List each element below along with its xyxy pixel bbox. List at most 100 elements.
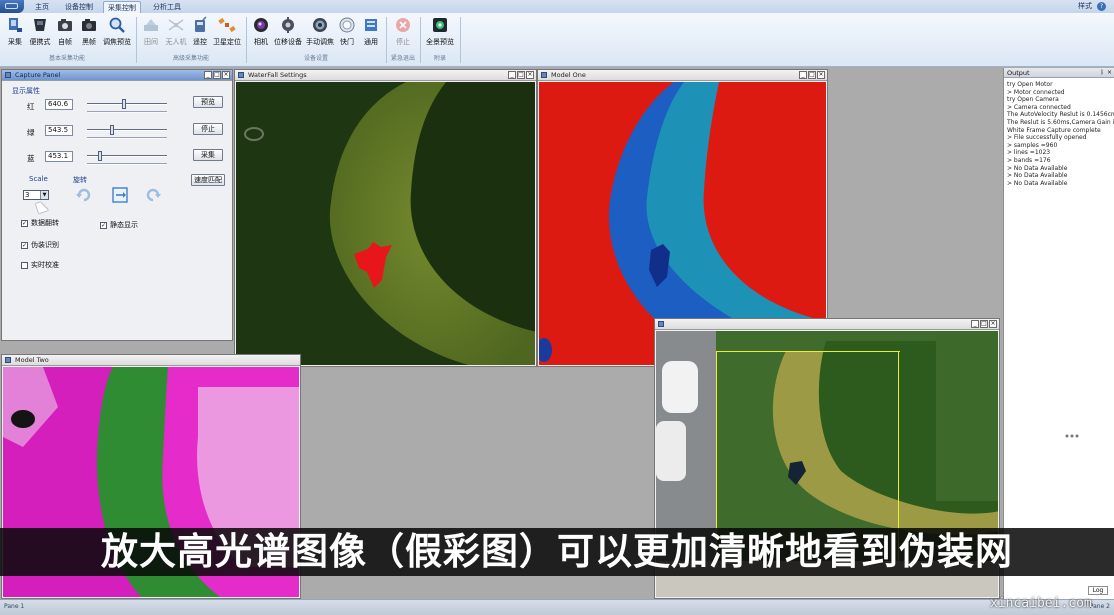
maximize-icon[interactable]: □ (980, 320, 988, 328)
close-icon[interactable]: × (989, 320, 997, 328)
white-frame-button[interactable]: 自帧 (54, 16, 76, 50)
dark-frame-button[interactable]: 黑帧 (78, 16, 100, 50)
output-titlebar: Output ᛒ × (1004, 68, 1114, 78)
camouflage-detect-checkbox[interactable]: ✓ 伪装识别 (21, 240, 59, 250)
blue-channel-label: 蓝 (27, 154, 35, 163)
general-icon (365, 19, 377, 31)
share-control[interactable] (1054, 500, 1090, 522)
waterfall-rgb-image (236, 82, 535, 365)
static-display-checkbox[interactable]: ✓ 静态显示 (100, 220, 138, 230)
maximize-icon[interactable]: □ (213, 71, 221, 79)
capture-panel-titlebar[interactable]: Capture Panel _ □ × (2, 70, 232, 81)
capture-start-button[interactable]: 采集 (193, 149, 223, 161)
model-one-titlebar[interactable]: Model One _ □ × (538, 70, 827, 81)
log-line: > Motor connected (1007, 88, 1065, 96)
slider-tick-line (87, 163, 167, 165)
satellite-button[interactable]: 卫星定位 (212, 16, 242, 50)
minimize-icon[interactable]: _ (799, 71, 807, 79)
scale-label: Scale (29, 175, 48, 183)
stop-button[interactable]: 停止 (392, 16, 414, 50)
drone-button[interactable]: 无人机 (164, 16, 188, 50)
tab-home[interactable]: 主页 (29, 1, 55, 13)
camouflage-detect-label: 伪装识别 (31, 241, 59, 249)
application-button[interactable] (0, 0, 24, 13)
close-icon[interactable]: × (526, 71, 534, 79)
realtime-calibrate-checkbox[interactable]: 实时校准 (21, 260, 59, 270)
camera-settings-button[interactable]: 相机 (250, 16, 272, 50)
like-control[interactable]: 3 (1054, 352, 1090, 392)
speed-match-button[interactable]: 速度匹配 (191, 174, 225, 186)
close-icon[interactable]: × (222, 71, 230, 79)
data-flip-checkbox[interactable]: ✓ 数据翻转 (21, 218, 59, 228)
display-properties-label: 显示属性 (12, 87, 40, 95)
rgb-preview-titlebar[interactable]: _ □ × (655, 319, 999, 330)
minimize-icon[interactable]: _ (508, 71, 516, 79)
rotate-left-icon[interactable] (75, 186, 93, 204)
output-log: try Open Motor > Motor connected try Ope… (1004, 78, 1114, 187)
log-line: > No Data Available (1007, 172, 1068, 180)
tab-analysis-tools[interactable]: 分析工具 (148, 1, 186, 13)
style-menu[interactable]: 样式 (1078, 1, 1092, 11)
capture-button[interactable]: 采集 (4, 16, 26, 50)
shutter-icon (339, 17, 355, 33)
help-icon[interactable]: ? (1097, 2, 1106, 11)
tab-capture-control[interactable]: 采集控制 (103, 1, 141, 13)
window-icon (5, 72, 11, 78)
stop-icon (396, 18, 410, 32)
green-slider-thumb[interactable] (110, 125, 114, 135)
manual-focus-button[interactable]: 手动调焦 (304, 16, 336, 50)
capture-panel-window: Capture Panel _ □ × 显示属性 红 640.6 绿 543.5… (1, 69, 233, 341)
video-subtitle: 放大高光谱图像（假彩图）可以更加清晰地看到伪装网 (101, 530, 1013, 573)
focus-preview-button[interactable]: 调焦预览 (101, 16, 133, 50)
flip-horizontal-icon[interactable] (111, 186, 129, 204)
preview-button[interactable]: 预览 (193, 96, 223, 108)
red-slider-thumb[interactable] (122, 99, 126, 109)
pin-icon[interactable]: ᛒ (1100, 68, 1104, 78)
comment-control[interactable]: 1 (1054, 426, 1090, 468)
log-tab[interactable]: Log (1088, 586, 1108, 595)
scale-select[interactable]: 3 ▼ (23, 190, 49, 200)
rotate-label: 旋转 (73, 176, 87, 184)
maximize-icon[interactable]: □ (517, 71, 525, 79)
rotate-right-icon[interactable] (144, 186, 162, 204)
maximize-icon[interactable]: □ (808, 71, 816, 79)
close-icon[interactable]: × (817, 71, 825, 79)
minimize-icon[interactable]: _ (204, 71, 212, 79)
mouse-cursor-icon (35, 200, 49, 214)
log-line: > No Data Available (1007, 164, 1068, 172)
blue-wavelength-field[interactable]: 453.1 (45, 151, 73, 162)
general-settings-button[interactable]: 通用 (360, 16, 382, 50)
green-slider-track[interactable] (87, 129, 167, 131)
model-two-titlebar[interactable]: Model Two (2, 355, 300, 366)
portable-button[interactable]: 便携式 (28, 16, 52, 50)
static-display-label: 静态显示 (110, 221, 138, 229)
remote-control-icon (195, 16, 207, 32)
field-button[interactable]: 田间 (140, 16, 162, 50)
camera-icon (58, 19, 72, 31)
checkbox-unchecked (21, 261, 28, 269)
motor-icon (282, 17, 294, 33)
remote-control-button[interactable]: 遥控 (190, 16, 210, 50)
tab-device-control[interactable]: 设备控制 (60, 1, 98, 13)
red-wavelength-field[interactable]: 640.6 (45, 99, 73, 110)
green-channel-label: 绿 (27, 128, 35, 137)
log-line: try Open Motor (1007, 81, 1053, 88)
window-icon (5, 357, 11, 363)
slider-tick-line (87, 137, 167, 139)
log-line: > samples =960 (1007, 141, 1058, 149)
close-icon[interactable]: × (1107, 68, 1112, 78)
comment-count: 1 (1068, 454, 1076, 468)
site-watermark: xincaibei.com (990, 596, 1092, 611)
focus-dial-icon (313, 18, 327, 32)
motor-device-button[interactable]: 位移设备 (273, 16, 303, 50)
output-title: Output (1007, 69, 1030, 77)
green-wavelength-field[interactable]: 543.5 (45, 125, 73, 136)
blue-slider-thumb[interactable] (98, 151, 102, 161)
comment-icon (1060, 426, 1084, 449)
waterfall-titlebar[interactable]: WaterFall Settings _ □ × (235, 70, 536, 81)
shutter-button[interactable]: 快门 (337, 16, 357, 50)
minimize-icon[interactable]: _ (971, 320, 979, 328)
panorama-preview-button[interactable]: 全景预览 (424, 16, 456, 50)
red-slider-track[interactable] (87, 103, 167, 105)
stop-capture-button[interactable]: 停止 (193, 123, 223, 135)
